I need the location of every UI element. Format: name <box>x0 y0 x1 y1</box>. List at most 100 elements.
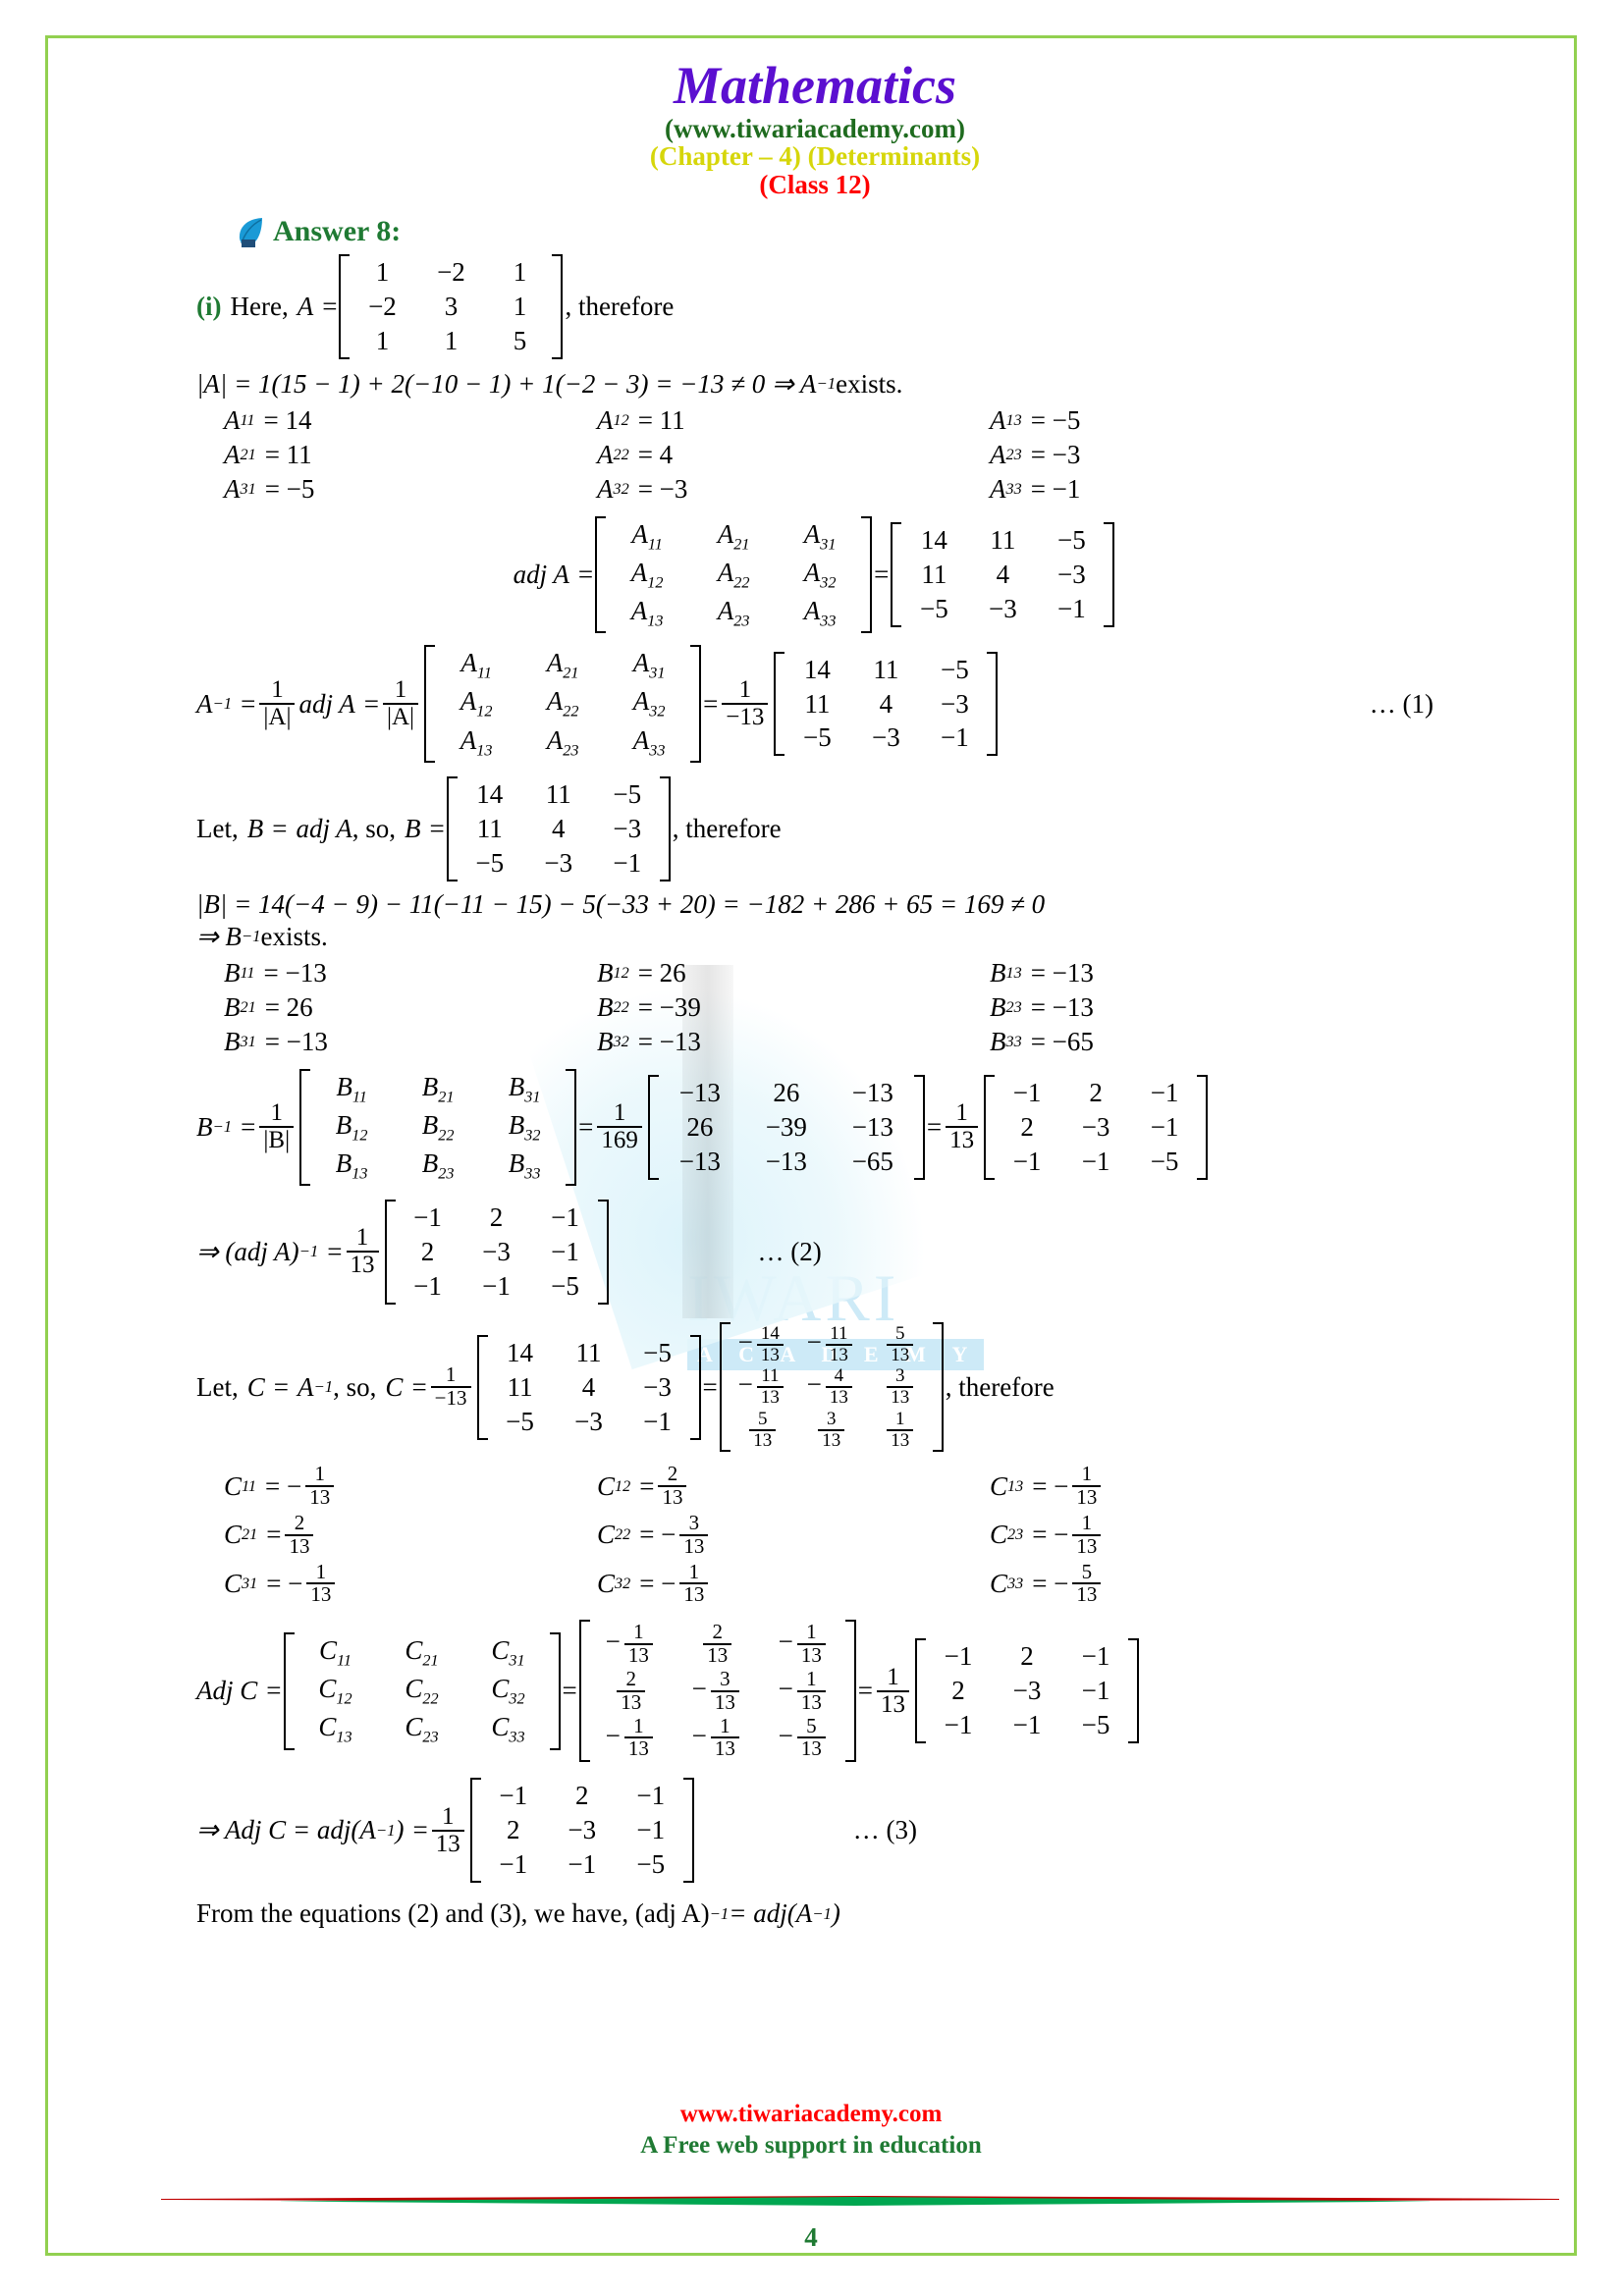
sign: − <box>605 1627 621 1657</box>
cofactor-value: = 14 <box>263 404 312 435</box>
equals-sign: = <box>241 1111 256 1142</box>
cofactor-value: = −1 <box>1030 473 1081 504</box>
cofactor-symbol: A <box>224 473 241 504</box>
matrix-cell: −5 <box>613 778 642 809</box>
cofactor-symbol: C <box>224 1568 243 1598</box>
adjC-final-post: ) <box>395 1815 405 1845</box>
matrix-cell: 5 13 <box>866 1323 935 1366</box>
matrix-cell: −3 <box>544 847 573 878</box>
cofactor-sub: 21 <box>242 1525 258 1544</box>
cofactor-sign: = − <box>266 1568 303 1598</box>
equation-ref-2: … (2) <box>757 1236 822 1266</box>
matrix-cell: −14 13 <box>729 1323 797 1366</box>
matrix-cell: 14 <box>803 654 831 684</box>
matrix-cell: −1 <box>568 1849 597 1880</box>
B-inverse-line: B −1 = 1 |B| B11 B21 B31 B12 B22 B32 B13 B23 B33… <box>196 1068 1434 1187</box>
matrix-cell: 11 <box>575 1337 602 1367</box>
matrix-cell: B12 <box>335 1109 368 1145</box>
matrix-row: −2 3 1 <box>348 290 554 324</box>
matrix-cell: −5 <box>919 594 948 624</box>
matrix-cell: B11 <box>336 1071 367 1105</box>
equals-sign: = <box>412 1815 428 1845</box>
matrix-A: 1 −2 1 −2 3 1 1 1 5 <box>339 254 564 359</box>
matrix-cell: B22 <box>421 1109 455 1145</box>
matrix-cell: −1 <box>499 1849 528 1880</box>
matrix-cell: −1 <box>482 1270 511 1301</box>
cofactor-symbol: A <box>224 439 241 469</box>
cofactor-symbol: B <box>224 991 241 1022</box>
cofactor-symbol: C <box>990 1568 1008 1598</box>
fraction-denominator: 13 <box>946 1126 979 1153</box>
fraction: 1 |A| <box>382 676 419 730</box>
matrix-cell: −1 <box>1012 1146 1042 1176</box>
fraction-denominator: 13 <box>796 1643 826 1667</box>
fraction-numerator: 1 <box>394 676 407 704</box>
fraction-numerator: 1 <box>738 676 752 704</box>
adjC-label: Adj C <box>196 1676 258 1706</box>
cofactor-sub: 12 <box>613 410 629 429</box>
cofactor-item: C 11 = − 1 13 <box>224 1464 597 1509</box>
matrix-cell: −1 <box>499 1781 528 1811</box>
fraction-numerator: 1 <box>895 1408 905 1429</box>
equals-sign: = <box>874 560 890 590</box>
fraction: 1 |B| <box>259 1099 295 1153</box>
fraction-numerator: 1 <box>955 1099 968 1127</box>
cofactor-sub: 22 <box>615 1525 631 1544</box>
cofactor-symbol: B <box>224 1026 241 1056</box>
matrix-cell: A12 <box>460 686 493 721</box>
therefore-label: , therefore <box>565 291 675 321</box>
let-C-line: Let, C = A −1 , so, C = 1 −13 14 11 −5 11 4 −3… <box>196 1321 1434 1453</box>
matrix-cell: A11 <box>460 648 492 682</box>
fraction-numerator: 5 <box>806 1713 817 1737</box>
cofactor-row: B 11 = −13 B 12 = 26 B 13 = −13 <box>224 958 1434 988</box>
cofactor-sign: = <box>266 1520 282 1550</box>
matrix-cell: A31 <box>632 648 666 682</box>
fraction-denominator: 13 <box>887 1343 914 1365</box>
page-title: Mathematics <box>673 56 956 115</box>
fraction-denominator: 13 <box>818 1428 845 1451</box>
matrix-cell: 1 <box>375 325 390 355</box>
fraction-numerator: 1 <box>270 1099 284 1127</box>
matrix-cell: 1 <box>375 257 390 287</box>
cofactor-symbol: A <box>990 404 1006 435</box>
document-content: Mathematics (www.tiwariacademy.com) (Cha… <box>196 56 1434 1929</box>
cofactor-value: = −3 <box>637 473 688 504</box>
cofactor-symbol: B <box>224 957 241 988</box>
conclusion-text: From the equations (2) and (3), we have,… <box>196 1898 710 1929</box>
answer-label: Answer 8: <box>273 215 401 248</box>
cofactor-item: A 33 = −1 <box>990 474 1363 505</box>
matrix-cell: 2 <box>489 1202 504 1233</box>
fraction-denominator: |A| <box>259 703 296 730</box>
cofactor-value: = 11 <box>264 439 312 469</box>
matrix-cell: −1 <box>1012 1077 1042 1107</box>
matrix-cell: 11 <box>873 654 899 684</box>
fraction: 1 −13 <box>430 1363 471 1410</box>
matrix-cell: −1 <box>636 1815 666 1845</box>
sup-minus-one: −1 <box>241 927 261 946</box>
matrix-cell: C32 <box>491 1674 525 1708</box>
fraction-numerator: 11 <box>830 1322 848 1344</box>
matrix-cell: −65 <box>851 1146 893 1176</box>
footer-website[interactable]: www.tiwariacademy.com <box>45 2101 1577 2128</box>
fraction-denominator: 13 <box>756 1386 784 1408</box>
matrix-cell: B31 <box>508 1071 541 1105</box>
header-chapter: (Chapter – 4) (Determinants) <box>649 141 981 172</box>
cofactor-item: B 13 = −13 <box>990 958 1363 988</box>
fraction-denominator: 169 <box>597 1126 642 1153</box>
matrix-cell: −3 13 <box>675 1668 761 1715</box>
fraction-numerator: 1 <box>806 1620 817 1644</box>
cofactor-item: A 31 = −5 <box>224 474 597 505</box>
matrix-Ainv-numeric: 14 11 −5 11 4 −3 −5 −3 −1 <box>774 651 999 757</box>
matrix-cell: 1 <box>513 257 527 287</box>
answer-colon: : <box>391 215 402 247</box>
adjA-text: adj A <box>298 688 355 719</box>
cofactor-sub: 13 <box>1005 963 1022 982</box>
adjC-line: Adj C = C11 C21 C31 C12 C22 C32 C13 C23 C33 = … <box>196 1620 1434 1763</box>
cofactor-item: C 13 = −1 13 <box>990 1464 1363 1509</box>
cofactor-sub: 32 <box>613 1032 629 1050</box>
C-symbol: C <box>385 1371 404 1402</box>
matrix-cell: −1 <box>413 1270 442 1301</box>
matrix-cell: 26 <box>686 1111 714 1142</box>
matrix-adjC-result: −1 2 −1 2 −3 −1 −1 −1 −5 <box>469 1778 694 1883</box>
cofactor-item: B 21 = 26 <box>224 992 597 1023</box>
